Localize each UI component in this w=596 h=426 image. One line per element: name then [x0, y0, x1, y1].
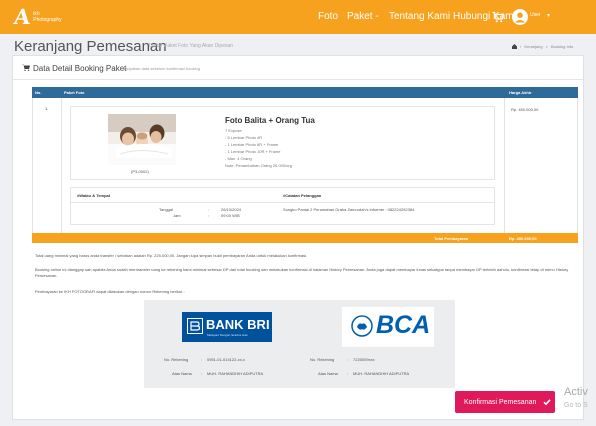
package-code: (P3-0002): [131, 169, 149, 174]
home-icon[interactable]: [512, 44, 517, 49]
package-detail-item: - 1 Lembar Photo 6R + Frame: [225, 142, 279, 147]
page-subtitle: Daftar Paket Foto Yang Akan Dipesan: [149, 43, 234, 49]
nav-link-tentang-kami[interactable]: Tentang Kami: [389, 0, 450, 34]
nav-link-paket[interactable]: Paket -: [347, 0, 379, 34]
user-avatar-icon[interactable]: [512, 9, 528, 25]
bca-logo: BCA: [342, 307, 434, 347]
card-title: Data Detail Booking Paket: [33, 64, 127, 73]
column-header-no: No.: [35, 90, 42, 95]
total-label: Total Pembayaran: [434, 236, 469, 241]
bri-rekening-value: 0951-01-014122-xx-x: [207, 357, 246, 362]
payment-note-rekening: Pembayaran ke IKH FOTOGRAFI dapat dilaku…: [35, 289, 185, 294]
logo-line-2: Photography: [33, 16, 62, 23]
nav-link-foto[interactable]: Foto: [318, 0, 338, 34]
bca-logo-text: BCA: [376, 311, 431, 339]
bca-nama-label: Atas Nama: [318, 371, 338, 376]
label-separator: :: [208, 207, 210, 212]
bri-nama-label: Atas Nama: [172, 371, 192, 376]
confirm-button-label: Konfirmasi Pemesanan: [464, 398, 537, 406]
table-row: 1. Rp. 450.000,00 (P3-0002) Foto Balita …: [32, 98, 578, 233]
package-detail-item: - 1 Lembar Photo 10R + Frame: [225, 149, 281, 154]
payment-note-booking: Booking online ini dianggap sah apabila …: [35, 267, 569, 278]
bri-emblem-icon: [187, 318, 203, 334]
bri-tagline: Melayani Dengan Setulus Hati: [207, 333, 248, 337]
column-divider: [504, 98, 505, 233]
package-note: Note: Penambahan Orang 25.000/org: [225, 163, 292, 168]
bank-panel: BANK BRI Melayani Dengan Setulus Hati BC…: [144, 300, 455, 388]
activation-watermark-subtitle: Go to S: [564, 402, 588, 409]
jam-value: 09:00 WIB: [221, 213, 240, 218]
package-detail-item: - Max. 4 Orang: [225, 156, 252, 161]
schedule-header-waktu: #Waktu & Tempat: [77, 193, 111, 198]
breadcrumb-separator: ›: [520, 44, 522, 49]
breadcrumb-separator: >: [545, 44, 548, 49]
bri-logo: BANK BRI Melayani Dengan Setulus Hati: [182, 312, 272, 342]
check-icon: [543, 399, 551, 406]
schedule-header-catatan: #Catatan Pelanggan: [283, 193, 322, 198]
cart-icon: [22, 64, 30, 71]
booking-detail-card: Data Detail Booking Paket Lanjutkan data…: [12, 55, 584, 420]
customer-note: Songko Pantai 2 Perumahan Graha Zamrudah…: [283, 207, 415, 212]
column-divider: [61, 98, 62, 233]
page-title: Keranjang Pemesanan: [14, 38, 167, 55]
package-photo: [108, 114, 176, 165]
breadcrumb-keranjang[interactable]: Keranjang: [524, 44, 542, 49]
bri-logo-text: BANK BRI: [206, 317, 270, 332]
package-detail-item: 7 Expose: [225, 128, 242, 133]
breadcrumb-booking-info: Booking Info: [550, 44, 574, 49]
confirm-order-button[interactable]: Konfirmasi Pemesanan: [455, 391, 555, 413]
nav-link-hubungi-kami[interactable]: Hubungi Kami: [453, 0, 516, 34]
label-separator: :: [201, 371, 203, 376]
cart-icon[interactable]: [492, 11, 504, 23]
package-name: Foto Balita + Orang Tua: [225, 116, 315, 125]
row-number: 1.: [45, 106, 49, 111]
payment-note-minimum: Total uang minimal yang harus anda trans…: [35, 253, 308, 258]
bca-rekening-label: No. Rekening: [310, 357, 335, 362]
bca-rekening-value: 7225009xxx: [353, 357, 375, 362]
brand-logo[interactable]: A ikh Photography: [12, 4, 62, 29]
card-header: Data Detail Booking Paket Lanjutkan data…: [13, 56, 583, 80]
tanggal-value: 26/10/2024: [221, 207, 242, 212]
bri-rekening-label: No. Rekening: [164, 357, 189, 362]
column-header-paket: Paket Foto: [64, 90, 85, 95]
tanggal-label: Tanggal: [159, 207, 174, 212]
divider: [71, 202, 494, 203]
breadcrumb: › Keranjang > Booking Info: [512, 44, 573, 49]
total-bar: Total Pembayaran Rp. 450.000,00: [32, 233, 578, 243]
total-value: Rp. 450.000,00: [509, 236, 537, 241]
chevron-down-icon[interactable]: ▾: [547, 12, 550, 19]
user-menu-label[interactable]: User: [530, 12, 541, 18]
logo-text: ikh Photography: [33, 11, 61, 23]
bca-emblem-icon: [351, 315, 373, 337]
jam-label: Jam: [173, 213, 181, 218]
label-separator: :: [347, 357, 349, 362]
package-detail-item: - 5 Lembar Photo 4R: [225, 135, 263, 140]
card-title-sub: Lanjutkan data sebelum konfirmasi bookin…: [123, 66, 200, 71]
bri-nama-value: MUH. RAHANDHIH ADIPUTRA: [207, 371, 264, 376]
navbar: A ikh Photography Foto Paket - Tentang K…: [0, 0, 596, 34]
label-separator: :: [201, 357, 203, 362]
package-box: (P3-0002) Foto Balita + Orang Tua 7 Expo…: [70, 106, 495, 180]
table-header: No. Paket Foto Harga Akhir: [32, 87, 578, 98]
schedule-box: #Waktu & Tempat #Catatan Pelanggan Tangg…: [70, 187, 495, 225]
logo-mark: A: [12, 4, 32, 29]
column-header-harga: Harga Akhir: [509, 90, 532, 95]
activation-watermark-title: Activ: [564, 386, 588, 398]
label-separator: :: [208, 213, 210, 218]
bca-nama-value: MUH. RAHANDHIH ADIPUTRA: [353, 371, 410, 376]
row-price: Rp. 450.000,00: [511, 107, 539, 112]
label-separator: :: [347, 371, 349, 376]
